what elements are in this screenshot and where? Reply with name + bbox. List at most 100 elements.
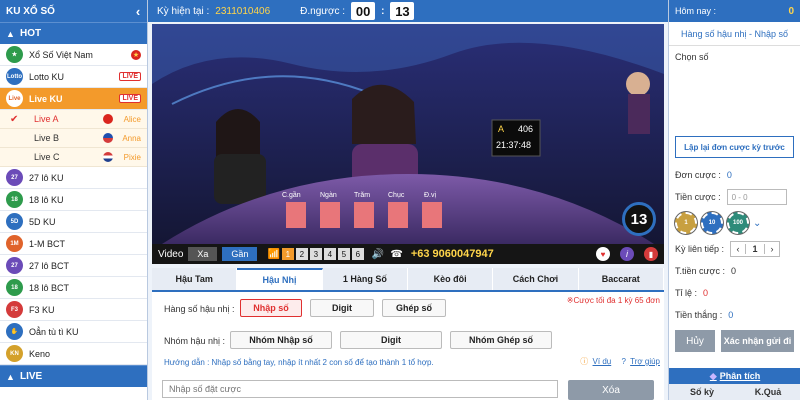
channel-5-button[interactable]: 5 xyxy=(337,248,350,260)
live-video[interactable]: A 406 21:37:48 C.gần Ngàn Trăm Chục Đ.vị… xyxy=(152,24,664,264)
ti-le-row: Tỉ lệ : 0 xyxy=(669,282,800,304)
chip-1[interactable]: 1 xyxy=(675,212,697,234)
collapse-icon[interactable]: ‹ xyxy=(129,4,147,19)
increment-icon[interactable]: › xyxy=(765,244,779,254)
keno-icon: KN xyxy=(6,345,23,362)
sidebar-item-1m-bct[interactable]: 1M 1-M BCT xyxy=(0,233,147,255)
phone-icon: ☎ xyxy=(390,248,403,260)
volume-icon[interactable]: 🔊 xyxy=(372,249,384,260)
tab-keo-doi[interactable]: Kèo đôi xyxy=(407,268,494,290)
nhom-ghep-so-button[interactable]: Nhóm Ghép số xyxy=(450,331,552,349)
nhom-nhap-so-button[interactable]: Nhóm Nhập số xyxy=(230,331,332,349)
channel-6-button[interactable]: 6 xyxy=(351,248,364,260)
sidebar-group-live[interactable]: ▲ LIVE xyxy=(0,365,147,387)
ghep-so-button[interactable]: Ghép số xyxy=(382,299,446,317)
help-link[interactable]: Trợ giúp xyxy=(630,357,660,366)
tien-cuoc-input[interactable]: 0 - 0 xyxy=(726,189,787,205)
sidebar-item-keno[interactable]: KN Keno xyxy=(0,343,147,365)
sidebar-item-label: F3 KU xyxy=(29,304,55,315)
info-icon[interactable]: i xyxy=(620,247,634,261)
sidebar-item-live-ku[interactable]: Live Live KU LIVE xyxy=(0,88,147,110)
cancel-button[interactable]: Hủy xyxy=(675,330,715,352)
nhap-so-button[interactable]: Nhập số xyxy=(240,299,302,317)
nhom-digit-button[interactable]: Digit xyxy=(340,331,442,349)
game-27-icon: 27 xyxy=(6,257,23,274)
sidebar-item-label: 27 lô BCT xyxy=(29,260,70,271)
col-period: Số kỳ xyxy=(689,387,714,397)
tien-thang-label: Tiền thắng : xyxy=(675,310,723,320)
live-badge: LIVE xyxy=(119,94,141,103)
don-cuoc-row: Đơn cược : 0 xyxy=(669,164,800,186)
slip-title: Hàng số hậu nhị - Nhập số xyxy=(669,22,800,46)
live-room-a[interactable]: ✔ Live A Alice xyxy=(0,110,147,129)
sidebar-item-xo-so-viet-nam[interactable]: ★ Xổ Số Việt Nam ★ xyxy=(0,44,147,66)
view-far-button[interactable]: Xa xyxy=(188,247,218,261)
table-label-4: Đ.vị xyxy=(424,192,437,199)
repeat-last-bet-button[interactable]: Lập lại đơn cược kỳ trước xyxy=(675,136,794,158)
channel-3-button[interactable]: 3 xyxy=(309,248,322,260)
sidebar-item-f3-ku[interactable]: F3 F3 KU xyxy=(0,299,147,321)
table-label-2: Trăm xyxy=(354,192,371,199)
sidebar-item-lotto-ku[interactable]: Lotto Lotto KU LIVE xyxy=(0,66,147,88)
sidebar-item-18-lo-ku[interactable]: 18 18 lô KU xyxy=(0,189,147,211)
sidebar-item-18-lo-bct[interactable]: 18 18 lô BCT xyxy=(0,277,147,299)
sidebar-item-27-lo-ku[interactable]: 27 27 lô KU xyxy=(0,167,147,189)
example-link[interactable]: Ví dụ xyxy=(593,357,612,366)
signal-icon: 📶 xyxy=(267,248,280,260)
channel-1-button[interactable]: 1 xyxy=(281,248,294,260)
gift-icon[interactable]: ♥ xyxy=(596,247,610,261)
sidebar-item-oan-tu-ti[interactable]: ✋ Oẳn tù tì KU xyxy=(0,321,147,343)
sidebar-item-label: Keno xyxy=(29,348,51,359)
chip-10[interactable]: 10 xyxy=(701,212,723,234)
analysis-link[interactable]: ◆ Phân tích xyxy=(669,368,800,384)
live-room-c[interactable]: Live C Pixie xyxy=(0,148,147,167)
col-result: K.Quả xyxy=(754,387,782,397)
decrement-icon[interactable]: ‹ xyxy=(731,244,745,254)
hand-icon: ✋ xyxy=(6,323,23,340)
chip-100[interactable]: 100 xyxy=(727,212,749,234)
period-label: Kỳ hiện tại : xyxy=(157,5,210,17)
game-5d-icon: 5D xyxy=(6,213,23,230)
table-label-3: Chục xyxy=(388,192,405,199)
screen-time: 21:37:48 xyxy=(496,140,532,150)
tab-hau-tam[interactable]: Hậu Tam xyxy=(152,268,238,290)
tien-cuoc-label: Tiền cược : xyxy=(675,192,721,202)
chevron-down-icon[interactable]: ⌄ xyxy=(753,218,761,229)
tab-1-hang-so[interactable]: 1 Hàng Số xyxy=(322,268,408,290)
sidebar-title: KU XỔ SỐ xyxy=(6,5,55,17)
live-studio-scene xyxy=(152,24,664,244)
sidebar-header: KU XỔ SỐ ‹ xyxy=(0,0,147,22)
video-controls: Video Xa Gần 📶 1 2 3 4 5 6 🔊 ☎ +63 90600… xyxy=(152,244,664,264)
countdown-label: Đ.ngược : xyxy=(300,5,346,17)
live-room-b[interactable]: Live B Anna xyxy=(0,129,147,148)
vietnam-flag-icon: ★ xyxy=(131,49,141,60)
channel-4-button[interactable]: 4 xyxy=(323,248,336,260)
digit-button[interactable]: Digit xyxy=(310,299,374,317)
analysis-icon: ◆ xyxy=(709,370,717,381)
bet-type-tabs: Hậu Tam Hậu Nhị 1 Hàng Số Kèo đôi Cách C… xyxy=(152,268,664,292)
clear-button[interactable]: Xóa xyxy=(568,380,654,400)
view-near-button[interactable]: Gần xyxy=(222,247,258,261)
round-counter: 13 xyxy=(622,202,656,236)
t-tien-cuoc-row: T.tiền cược : 0 xyxy=(669,260,800,282)
sidebar-item-27-lo-bct[interactable]: 27 27 lô BCT xyxy=(0,255,147,277)
submit-button[interactable]: Xác nhận gửi đi xyxy=(721,330,794,352)
rounds-value: 1 xyxy=(745,244,766,254)
sidebar-item-5d-ku[interactable]: 5D 5D KU xyxy=(0,211,147,233)
live-icon: Live xyxy=(6,90,23,107)
bet-panel: Hàng số hậu nhị : Nhập số Digit Ghép số … xyxy=(152,292,664,400)
tab-baccarat[interactable]: Baccarat xyxy=(578,268,664,290)
help-links: ⓘ Ví dụ ? Trợ giúp xyxy=(572,356,660,367)
period-value: 2311010406 xyxy=(215,5,271,17)
stats-icon[interactable]: ▮ xyxy=(644,247,658,261)
instructions: Hướng dẫn : Nhập số bằng tay, nhập ít nh… xyxy=(164,358,434,367)
lotto-icon: Lotto xyxy=(6,68,23,85)
bet-number-input[interactable] xyxy=(162,380,558,398)
slip-actions: Hủy Xác nhận gửi đi xyxy=(669,330,800,352)
tab-hau-nhi[interactable]: Hậu Nhị xyxy=(237,268,323,290)
tab-cach-choi[interactable]: Cách Chơi xyxy=(493,268,579,290)
row2-label: Nhóm hậu nhị : xyxy=(164,336,226,346)
tien-thang-value: 0 xyxy=(728,310,734,320)
channel-2-button[interactable]: 2 xyxy=(295,248,308,260)
sidebar-group-hot[interactable]: ▲ HOT xyxy=(0,22,147,44)
